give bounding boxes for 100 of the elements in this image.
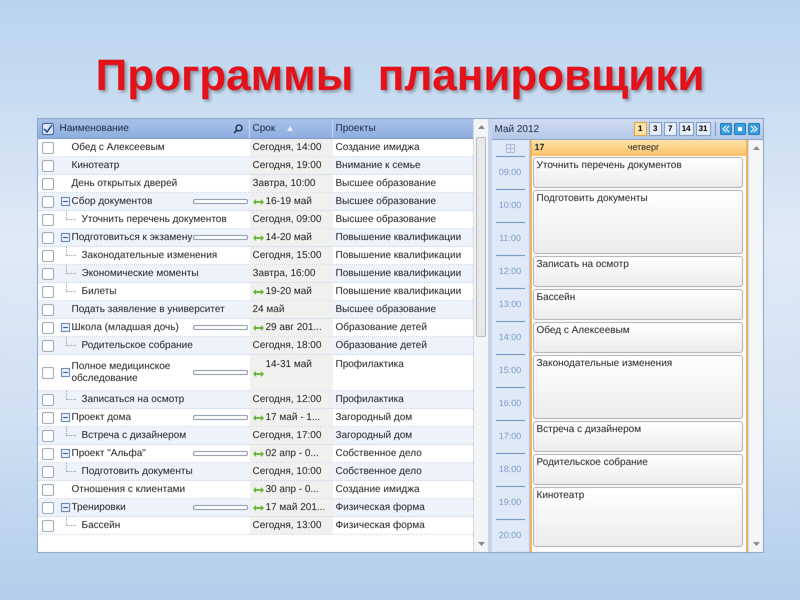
checkbox[interactable] [42, 178, 54, 190]
project-name: Высшее образование [336, 195, 436, 209]
progress-track [192, 451, 248, 456]
task-name: Бассейн [82, 520, 120, 532]
calendar-event[interactable]: Обед с Алексеевым [532, 322, 742, 353]
due-date: Завтра, 10:00 [252, 177, 316, 191]
scroll-up-icon[interactable] [478, 125, 484, 129]
column-header[interactable]: Проекты [332, 119, 472, 138]
checkbox[interactable] [42, 160, 54, 172]
hour-label: 16:00 [498, 397, 522, 410]
task-name: Встреча с дизайнером [82, 430, 186, 442]
column-header[interactable]: Срок [250, 119, 332, 138]
scrollbar[interactable] [748, 140, 762, 552]
collapse-icon[interactable] [60, 233, 70, 242]
project-name: Физическая форма [336, 501, 425, 515]
project-name: Повышение квалификации [336, 285, 462, 299]
due-date: 24 май [252, 303, 284, 317]
checkbox[interactable] [42, 412, 54, 424]
checkbox[interactable] [42, 520, 54, 532]
checkbox[interactable] [42, 250, 54, 262]
calendar-event[interactable]: Кинотеатр [532, 487, 742, 547]
project-name: Внимание к семье [336, 159, 421, 173]
checkbox[interactable] [42, 232, 54, 244]
checkbox[interactable] [42, 366, 54, 378]
project-name: Высшее образование [336, 213, 436, 227]
view-button[interactable]: 7 [664, 122, 677, 136]
checkbox[interactable] [42, 142, 54, 154]
progress-track [192, 370, 248, 375]
view-button[interactable]: 1 [634, 122, 647, 136]
search-icon[interactable] [232, 124, 242, 134]
scroll-down-icon[interactable] [752, 542, 760, 546]
due-date: Сегодня, 12:00 [252, 393, 322, 407]
due-date: Сегодня, 18:00 [252, 339, 322, 353]
view-button[interactable]: 3 [648, 122, 662, 136]
project-name: Повышение квалификации [336, 267, 462, 281]
checkbox[interactable] [42, 484, 54, 496]
scroll-thumb[interactable] [476, 137, 486, 337]
today-icon[interactable] [734, 123, 746, 135]
progress-track [192, 325, 248, 330]
due-date: 16-19 май [266, 195, 312, 209]
checkbox[interactable] [42, 466, 54, 478]
due-date: Сегодня, 17:00 [252, 429, 322, 443]
day-number: 17 [534, 141, 545, 154]
checkbox[interactable] [42, 394, 54, 406]
due-date: 19-20 май [266, 285, 312, 299]
task-name: Подготовить документы [82, 466, 193, 478]
task-name: Отношения с клиентами [72, 484, 186, 496]
project-name: Высшее образование [336, 303, 436, 317]
calendar-event[interactable]: Встреча с дизайнером [532, 421, 742, 452]
calendar-event[interactable]: Родительское собрание [532, 454, 742, 485]
hour-label: 20:00 [498, 529, 522, 542]
checkbox[interactable] [42, 502, 54, 514]
hour-label: 19:00 [498, 496, 522, 510]
progress-track [192, 505, 248, 510]
collapse-icon[interactable] [60, 323, 70, 332]
due-date: Сегодня, 14:00 [252, 141, 322, 155]
checkbox[interactable] [42, 322, 54, 334]
collapse-icon[interactable] [60, 503, 70, 512]
project-name: Собственное дело [336, 465, 422, 479]
calendar-event[interactable]: Бассейн [532, 289, 742, 320]
calendar-event[interactable]: Уточнить перечень документов [532, 157, 742, 188]
checkbox[interactable] [42, 340, 54, 352]
task-name: Записаться на осмотр [82, 394, 184, 406]
nav-forward-icon[interactable] [748, 123, 760, 135]
hour-label: 14:00 [498, 331, 522, 344]
checkbox[interactable] [42, 286, 54, 298]
collapse-icon[interactable] [60, 413, 70, 422]
view-button[interactable]: 31 [696, 122, 710, 136]
project-name: Загородный дом [336, 411, 412, 425]
scroll-down-icon[interactable] [478, 542, 484, 546]
checkbox[interactable] [42, 430, 54, 442]
checkbox[interactable] [42, 122, 54, 134]
hour-label: 15:00 [498, 364, 522, 378]
task-name: Тренировки [72, 502, 126, 514]
calendar-event[interactable]: Подготовить документы [532, 190, 742, 254]
collapse-icon[interactable] [60, 197, 70, 206]
project-name: Физическая форма [336, 519, 425, 533]
view-button[interactable]: 14 [678, 122, 694, 136]
due-date: 02 апр - 0... [266, 447, 319, 461]
checkbox[interactable] [42, 268, 54, 280]
due-date: Завтра, 16:00 [252, 267, 316, 281]
collapse-icon[interactable] [60, 368, 70, 377]
nav-back-icon[interactable] [720, 123, 732, 135]
due-date: Сегодня, 19:00 [252, 159, 322, 173]
due-date: 30 апр - 0... [266, 483, 319, 497]
checkbox[interactable] [42, 214, 54, 226]
collapse-icon[interactable] [60, 449, 70, 458]
scroll-up-icon[interactable] [752, 146, 760, 150]
column-header[interactable]: Наименование [58, 119, 250, 138]
checkbox[interactable] [42, 448, 54, 460]
checkbox[interactable] [42, 196, 54, 208]
task-name: Кинотеатр [72, 160, 120, 172]
calendar-event[interactable]: Записать на осмотр [532, 256, 742, 287]
grid-icon [506, 144, 514, 152]
scrollbar[interactable] [472, 119, 488, 552]
task-name: Билеты [82, 286, 116, 298]
due-date: Сегодня, 09:00 [252, 213, 322, 227]
task-name: Подготовиться к экзамену [72, 232, 192, 244]
checkbox[interactable] [42, 304, 54, 316]
calendar-event[interactable]: Законодательные изменения [532, 355, 742, 419]
